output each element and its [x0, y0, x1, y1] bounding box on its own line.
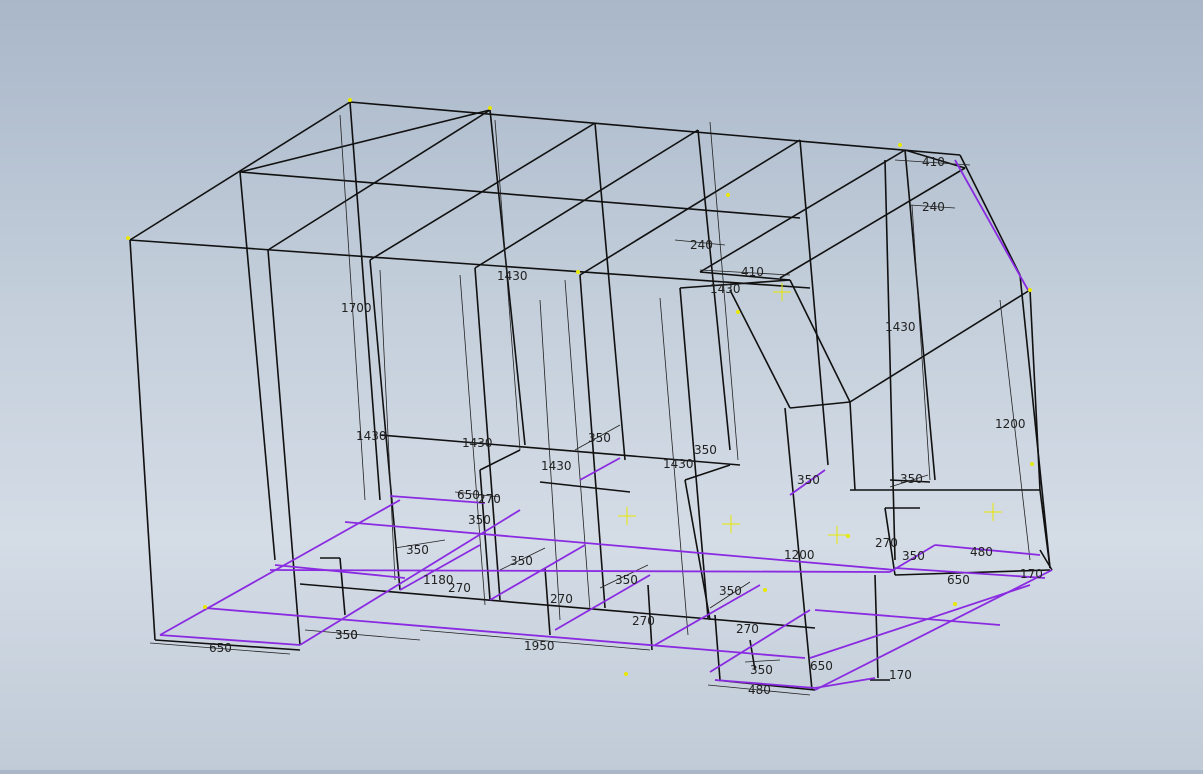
origin-marker-c — [828, 526, 846, 544]
dimension-label[interactable]: 350 — [902, 549, 925, 563]
dimension-label[interactable]: 1430 — [885, 320, 916, 334]
dimension-label[interactable]: 350 — [797, 473, 820, 487]
dimension-label[interactable]: 270 — [478, 492, 501, 506]
dimension-label[interactable]: 1200 — [995, 417, 1026, 431]
wireframe-sketch: 410 240 240 410 1430 1430 1700 1430 1200… — [126, 98, 1053, 697]
origin-marker-a — [618, 507, 636, 525]
dimension-label[interactable]: 170 — [889, 668, 912, 682]
dimension-label[interactable]: 240 — [690, 238, 713, 252]
dimension-label[interactable]: 270 — [875, 536, 898, 550]
dimension-label[interactable]: 270 — [632, 614, 655, 628]
dimension-label[interactable]: 350 — [335, 628, 358, 642]
dimension-label[interactable]: 270 — [448, 581, 471, 595]
dimension-label[interactable]: 650 — [209, 641, 232, 655]
dimension-label[interactable]: 350 — [510, 554, 533, 568]
dimension-label[interactable]: 1430 — [663, 457, 694, 471]
dimension-label[interactable]: 240 — [922, 200, 945, 214]
dimension-label[interactable]: 650 — [810, 659, 833, 673]
dimension-label[interactable]: 410 — [741, 265, 764, 279]
main-frame — [129, 101, 1053, 691]
dimension-label[interactable]: 350 — [694, 443, 717, 457]
dimension-label[interactable]: 650 — [457, 488, 480, 502]
dimension-label[interactable]: 1430 — [356, 429, 387, 443]
dimension-label[interactable]: 350 — [750, 663, 773, 677]
dimension-label[interactable]: 350 — [406, 543, 429, 557]
dimension-label[interactable]: 650 — [947, 573, 970, 587]
dimension-label[interactable]: 350 — [468, 513, 491, 527]
dimension-labels: 410 240 240 410 1430 1430 1700 1430 1200… — [209, 155, 1043, 697]
dimension-label[interactable]: 1430 — [462, 436, 493, 450]
dimension-label[interactable]: 1430 — [710, 282, 741, 296]
dimension-label[interactable]: 350 — [588, 431, 611, 445]
dimension-label[interactable]: 480 — [748, 683, 771, 697]
dimension-label[interactable]: 270 — [736, 622, 759, 636]
dimension-label[interactable]: 1700 — [341, 301, 372, 315]
dimension-label[interactable]: 410 — [922, 155, 945, 169]
dimension-label[interactable]: 480 — [970, 545, 993, 559]
sketch-points — [126, 98, 1034, 676]
dimension-label[interactable]: 1200 — [784, 548, 815, 562]
dimension-label[interactable]: 1950 — [524, 639, 555, 653]
dimension-label[interactable]: 270 — [550, 592, 573, 606]
cad-3d-viewport[interactable]: 410 240 240 410 1430 1430 1700 1430 1200… — [0, 0, 1203, 770]
dimension-label[interactable]: 1430 — [541, 459, 572, 473]
dimension-label[interactable]: 1430 — [497, 269, 528, 283]
dimension-label[interactable]: 350 — [719, 584, 742, 598]
dimension-label[interactable]: 350 — [900, 472, 923, 486]
dimension-label[interactable]: 350 — [615, 573, 638, 587]
origin-marker-b — [722, 515, 740, 533]
origin-marker-d — [984, 503, 1002, 521]
dimension-label[interactable]: 170 — [1020, 567, 1043, 581]
